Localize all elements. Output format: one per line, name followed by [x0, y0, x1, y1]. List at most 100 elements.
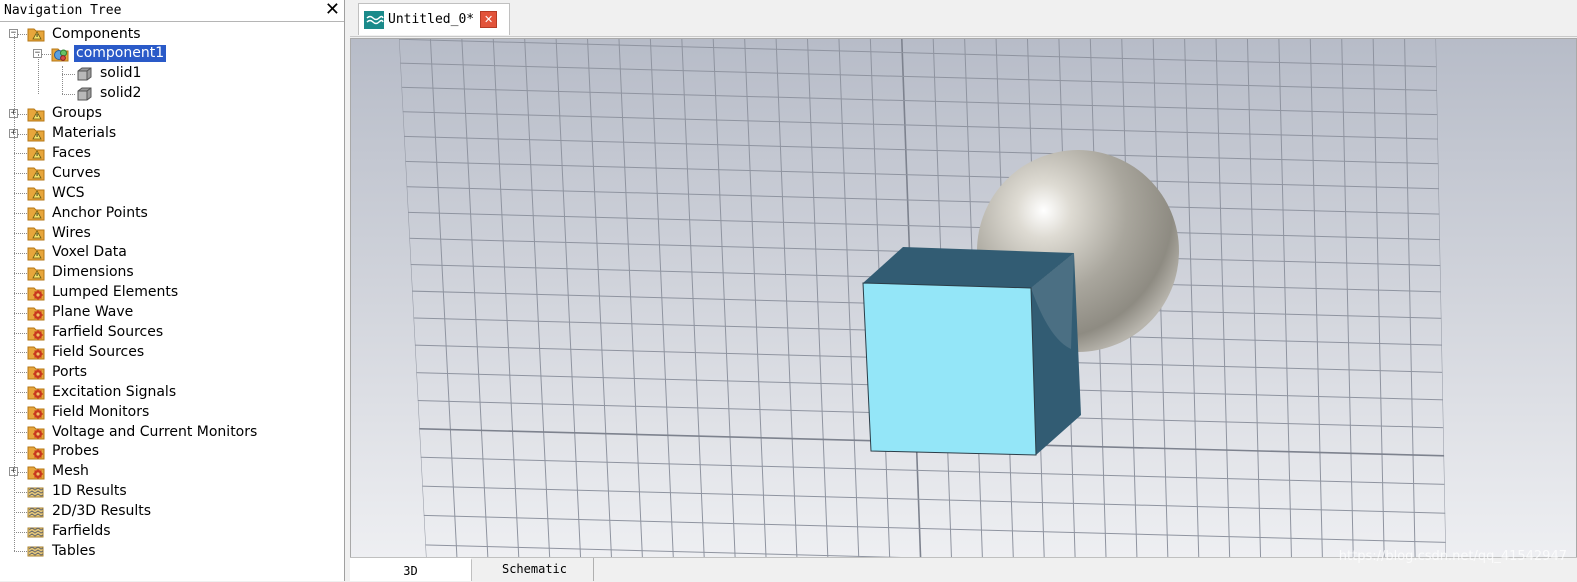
results-folder-icon	[27, 484, 45, 500]
tree-item-voxel-data[interactable]: Voxel Data	[27, 243, 129, 263]
results-folder-icon	[27, 524, 45, 540]
tree-item-groups[interactable]: Groups	[27, 104, 104, 124]
grid-line	[618, 39, 643, 557]
folder-warning-icon	[27, 145, 45, 161]
tree-item-label: Probes	[52, 443, 100, 460]
tree-item-label: Curves	[52, 164, 101, 181]
folder-gear-icon	[27, 404, 45, 420]
navigation-tree-title: Navigation Tree	[4, 3, 122, 18]
folder-gear-icon	[27, 444, 45, 460]
tree-item-materials[interactable]: Materials	[27, 124, 118, 144]
grid-line	[399, 110, 1446, 140]
tree-connector	[14, 511, 27, 513]
grid-line	[1404, 39, 1416, 557]
close-icon[interactable]: ✕	[325, 0, 340, 20]
grid-line	[524, 39, 551, 557]
tree-item-farfields[interactable]: Farfields	[27, 522, 113, 542]
tree-connector	[62, 65, 63, 94]
grid-line	[807, 39, 829, 557]
tree-item-solid2[interactable]: solid2	[75, 84, 143, 104]
tree-item-label: Dimensions	[52, 264, 134, 281]
tree-item-label: Materials	[52, 125, 117, 141]
results-folder-icon	[27, 504, 45, 520]
grid-line	[461, 39, 489, 557]
tree-item-1d-results[interactable]: 1D Results	[27, 482, 129, 502]
grid-line	[1215, 39, 1231, 557]
3d-scene[interactable]	[351, 39, 1576, 557]
tab-close-icon[interactable]: ✕	[480, 11, 498, 28]
tree-item-field-monitors[interactable]: Field Monitors	[27, 402, 151, 422]
tree-item-ports[interactable]: Ports	[27, 362, 89, 382]
grid-line	[399, 513, 1446, 543]
tab-untitled[interactable]: Untitled_0* ✕	[358, 3, 510, 35]
tree-item-field-sources[interactable]: Field Sources	[27, 342, 146, 362]
tree-item-label: Anchor Points	[52, 204, 148, 221]
tree-item-solid1[interactable]: solid1	[75, 64, 143, 84]
tree-item-label: 1D Results	[52, 483, 127, 500]
navigation-tree-panel: Navigation Tree ✕ Components − component1−…	[0, 0, 345, 581]
tree-item-probes[interactable]: Probes	[27, 442, 101, 462]
tree-item-curves[interactable]: Curves	[27, 163, 103, 183]
tab-3d[interactable]: 3D	[350, 558, 472, 581]
tree-connector	[14, 432, 27, 433]
navigation-tree: Components − component1− solid1 solid2 Groups…	[0, 24, 344, 579]
folder-gear-icon	[27, 285, 45, 301]
grid-line	[744, 39, 767, 557]
tree-item-components[interactable]: Components	[27, 24, 143, 44]
tree-item-dimensions[interactable]: Dimensions	[27, 263, 136, 283]
tree-connector	[14, 352, 27, 354]
tree-item-label: Field Sources	[52, 343, 145, 360]
tree-connector	[14, 412, 27, 414]
tree-item-wires[interactable]: Wires	[27, 223, 93, 243]
grid-line	[399, 39, 427, 557]
tree-item-voltage-and-current-monitors[interactable]: Voltage and Current Monitors	[27, 422, 259, 442]
tree-item-2d-3d-results[interactable]: 2D/3D Results	[27, 502, 153, 522]
tree-item-label: WCS	[52, 184, 85, 201]
grid-line	[429, 39, 458, 557]
tab-schematic[interactable]: Schematic	[476, 558, 594, 581]
tree-item-label: Farfields	[52, 523, 111, 539]
tree-connector	[14, 491, 27, 493]
cube-solid[interactable]	[862, 247, 1081, 456]
tree-item-label: Field Monitors	[52, 403, 150, 420]
tree-connector	[14, 252, 27, 254]
tree-item-label: solid2	[100, 85, 142, 102]
grid-line	[399, 211, 1446, 241]
tree-item-mesh[interactable]: Mesh	[27, 462, 91, 482]
grid-line	[775, 39, 798, 557]
grid-line	[399, 455, 1446, 485]
folder-gear-icon	[27, 384, 45, 400]
folder-warning-icon	[27, 165, 45, 181]
tree-item-tables[interactable]: Tables	[27, 541, 98, 561]
grid-line	[399, 86, 1446, 116]
tree-connector	[14, 531, 27, 533]
tree-item-label: Groups	[52, 105, 102, 122]
tree-item-label: component1	[72, 44, 168, 64]
grid-line	[399, 185, 1446, 215]
tree-item-component1[interactable]: component1	[51, 44, 168, 64]
tree-item-anchor-points[interactable]: Anchor Points	[27, 203, 150, 223]
watermark: https://blog.csdn.net/qq_41542947	[1338, 549, 1567, 564]
tree-item-excitation-signals[interactable]: Excitation Signals	[27, 382, 178, 402]
grid-line	[1341, 39, 1354, 557]
grid-line	[399, 160, 1446, 190]
tree-item-lumped-elements[interactable]: Lumped Elements	[27, 283, 180, 303]
tree-connector	[14, 551, 27, 553]
folder-warning-icon	[27, 225, 45, 241]
tree-connector	[62, 93, 75, 95]
grid-line	[838, 39, 860, 557]
tree-connector	[14, 451, 27, 453]
folder-gear-icon	[27, 325, 45, 341]
cst-project-icon	[364, 10, 384, 29]
tree-item-wcs[interactable]: WCS	[27, 183, 87, 203]
tree-item-faces[interactable]: Faces	[27, 143, 93, 163]
3d-viewport[interactable]	[350, 38, 1577, 558]
folder-warning-icon	[27, 185, 45, 201]
folder-gear-icon	[27, 305, 45, 321]
tree-item-farfield-sources[interactable]: Farfield Sources	[27, 323, 165, 343]
tree-item-label: Voltage and Current Monitors	[52, 423, 258, 440]
grid-line	[399, 39, 1446, 68]
tree-item-label: Voxel Data	[52, 244, 127, 261]
folder-warning-icon	[27, 106, 45, 122]
tree-item-plane-wave[interactable]: Plane Wave	[27, 303, 135, 323]
